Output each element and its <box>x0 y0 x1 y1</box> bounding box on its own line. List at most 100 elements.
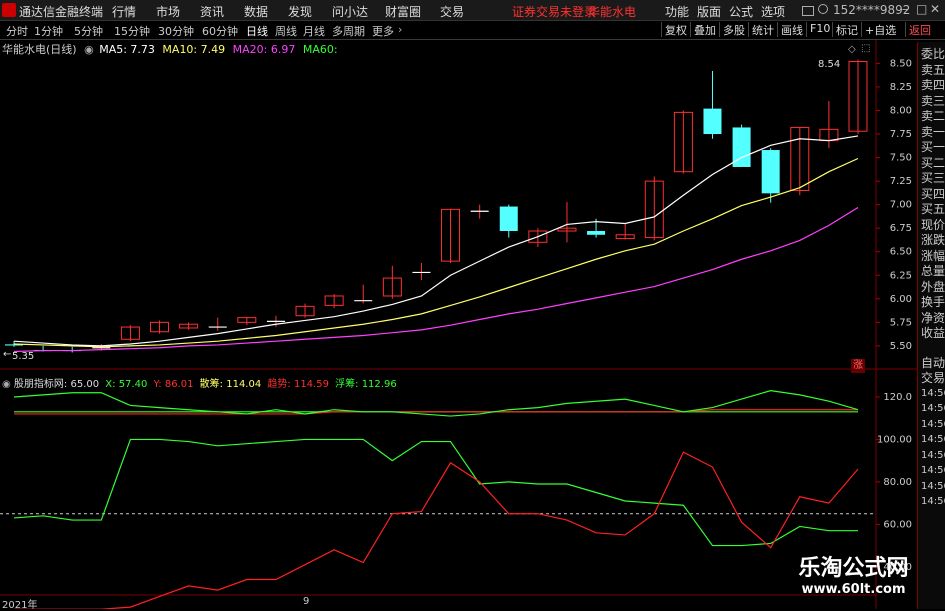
side-panel-item: 卖五 <box>921 62 945 77</box>
indicator-legend: ◉ 股朋指标网: 65.00 X: 57.40 Y: 86.01 散筹: 114… <box>2 375 397 390</box>
window-toggle-icon[interactable]: ⬚ <box>861 43 870 54</box>
user-icon[interactable] <box>818 4 828 14</box>
period-weekly[interactable]: 周线 <box>275 23 297 39</box>
menu-caifuquan[interactable]: 财富圈 <box>385 3 421 20</box>
indicator-y: Y: 86.01 <box>153 379 194 390</box>
menu-jiaoyi[interactable]: 交易 <box>440 3 464 20</box>
xaxis-month-label: 9 <box>303 596 310 607</box>
period-more[interactable]: 更多 <box>372 23 394 39</box>
side-panel-item: 买五 <box>921 202 945 216</box>
add-favorite-button[interactable]: +自选 <box>861 22 899 37</box>
period-60min[interactable]: 60分钟 <box>202 23 238 39</box>
low-arrow-icon: ← <box>3 349 12 360</box>
close-icon[interactable]: ✕ <box>930 2 940 16</box>
indicator-fuchou: 浮筹: 112.96 <box>335 379 397 390</box>
candle-down <box>761 150 780 194</box>
price-tick-label: 6.50 <box>890 247 912 258</box>
low-price-label: 5.35 <box>12 351 35 362</box>
multi-stock-button[interactable]: 多股 <box>719 22 748 37</box>
ind-tick-label: 60.00 <box>883 519 912 530</box>
side-panel-item: 卖二 <box>921 109 945 123</box>
high-price-label: 8.54 <box>818 59 841 70</box>
menu-gongshi[interactable]: 公式 <box>729 3 753 20</box>
ma10-line <box>13 157 859 348</box>
menu-xuanxiang[interactable]: 选项 <box>761 3 785 20</box>
side-panel-item: 14:56 <box>921 480 945 492</box>
price-tick-label: 7.50 <box>890 153 912 164</box>
side-panel-item: 14:56 <box>921 387 945 399</box>
period-30min[interactable]: 30分钟 <box>158 23 194 39</box>
draw-line-button[interactable]: 画线 <box>777 22 806 37</box>
period-1min[interactable]: 1分钟 <box>34 23 63 39</box>
period-fenshi[interactable]: 分时 <box>6 23 28 39</box>
indicator-x-line <box>13 438 858 547</box>
rise-badge: 涨 <box>851 359 865 373</box>
stock-name-label: 华能水电 <box>588 5 637 19</box>
ind-tick-label: 80.00 <box>883 477 912 488</box>
menu-gongneng[interactable]: 功能 <box>665 3 689 20</box>
side-panel-item: 现价 <box>921 217 945 232</box>
side-panel-item: 卖四 <box>921 78 945 92</box>
menu-zixun[interactable]: 资讯 <box>200 3 224 20</box>
period-5min[interactable]: 5分钟 <box>74 23 103 39</box>
candle-down <box>703 108 722 135</box>
side-panel-item: 涨幅 <box>921 248 945 263</box>
app-title: 通达信金融终端 <box>19 5 104 19</box>
price-tick-label: 8.25 <box>890 82 912 93</box>
side-panel-item: 买三 <box>921 171 945 185</box>
back-button[interactable]: 返回 <box>905 22 945 37</box>
price-tick-label: 6.00 <box>890 294 912 305</box>
account-label[interactable]: 152****9892 <box>833 3 910 17</box>
f10-button[interactable]: F10 <box>806 22 833 37</box>
side-panel-item: 卖一 <box>921 124 945 139</box>
side-panel-item: 14:56 <box>921 496 945 507</box>
fuquan-button[interactable]: 复权 <box>661 22 690 37</box>
indicator-value: : 65.00 <box>63 379 100 390</box>
price-tick-label: 7.00 <box>890 200 912 211</box>
menu-shichang[interactable]: 市场 <box>156 3 180 20</box>
side-panel-item: 收益 <box>921 326 945 340</box>
ma20-line <box>13 206 859 353</box>
quote-side-panel: 委比 卖五 卖四 卖三 卖二 卖一 买一 买二 买三 买四 买五 现价 涨跌 涨幅 总量 外盘 换手 净资 收益 自动… <box>917 42 945 609</box>
side-panel-item: 总量 <box>921 264 945 278</box>
side-panel-item: 换手 <box>921 295 945 309</box>
price-tick-label: 8.00 <box>890 105 912 116</box>
message-icon[interactable] <box>802 6 814 16</box>
ma5-line <box>13 135 859 347</box>
period-monthly[interactable]: 月线 <box>303 23 325 39</box>
price-tick-label: 8.50 <box>890 58 912 69</box>
period-multi[interactable]: 多周期 <box>332 23 365 39</box>
side-panel-item[interactable]: 交易 <box>921 371 945 385</box>
price-tick-label: 6.75 <box>890 223 912 234</box>
menu-banmian[interactable]: 版面 <box>697 3 721 20</box>
side-panel-item: 净资 <box>921 310 945 325</box>
minimize-icon[interactable]: – <box>902 2 908 16</box>
period-15min[interactable]: 15分钟 <box>114 23 150 39</box>
candle-down <box>499 206 518 232</box>
menu-shuju[interactable]: 数据 <box>244 3 268 20</box>
indicator-sanhu: 散筹: 114.04 <box>199 379 262 390</box>
login-warning[interactable]: 证券交易未登录 <box>512 3 596 20</box>
kline-chart[interactable]: 8.50 8.25 8.00 7.75 7.50 7.25 7.00 6.75 6.50 6.25… <box>0 40 917 609</box>
indicator-name: 股朋指标网 <box>13 379 64 390</box>
menu-wenxiaoda[interactable]: 问小达 <box>332 3 368 20</box>
ind-tick-label: 120.0 <box>883 392 912 403</box>
price-tick-label: 7.25 <box>890 176 912 187</box>
more-chevron-icon[interactable]: › <box>398 23 402 36</box>
side-panel-item: 14:56 <box>921 434 945 445</box>
period-daily[interactable]: 日线 <box>246 23 268 39</box>
side-panel-item: 外盘 <box>921 279 945 294</box>
overlay-button[interactable]: 叠加 <box>690 22 719 37</box>
side-panel-item[interactable]: 自动 <box>921 356 945 370</box>
watermark-title: 乐淘公式网 <box>798 556 909 581</box>
indicator-settings-icon[interactable]: ◉ <box>2 379 11 390</box>
menu-faxian[interactable]: 发现 <box>288 3 312 20</box>
title-bar: 通达信金融终端 行情 市场 资讯 数据 发现 问小达 财富圈 交易 证券交易未登… <box>0 0 945 21</box>
side-panel-item: 涨跌 <box>921 233 945 247</box>
indicator-y-line <box>14 451 859 609</box>
side-panel-item: 买四 <box>921 186 945 201</box>
stats-button[interactable]: 统计 <box>748 22 777 37</box>
menu-hangqing[interactable]: 行情 <box>112 3 136 20</box>
maximize-icon[interactable]: □ <box>916 2 927 16</box>
mark-button[interactable]: 标记 <box>832 22 861 37</box>
